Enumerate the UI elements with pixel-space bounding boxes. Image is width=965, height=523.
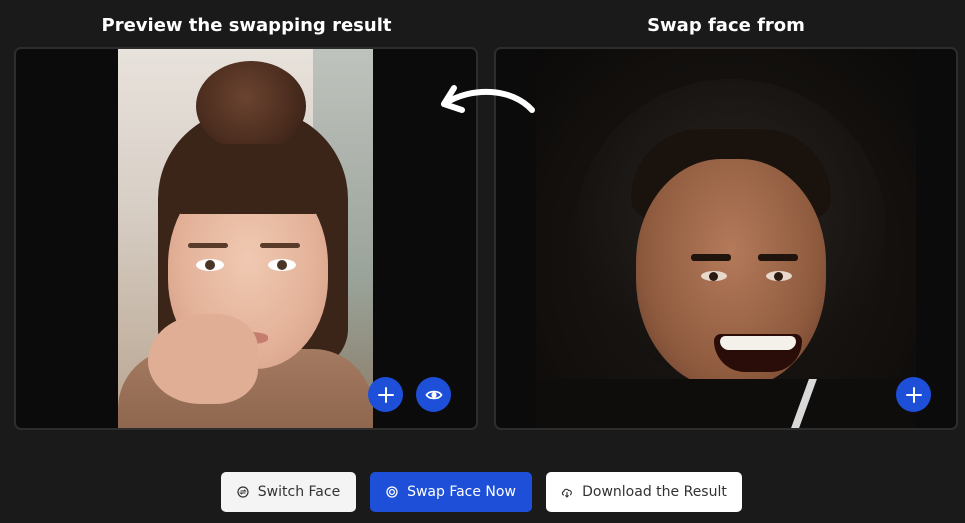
download-result-label: Download the Result [582,484,727,500]
source-title: Swap face from [647,15,805,36]
preview-title: Preview the swapping result [101,15,392,36]
swap-face-now-label: Swap Face Now [407,484,516,500]
swap-face-now-button[interactable]: Swap Face Now [370,472,532,512]
source-panel [494,47,958,430]
download-result-button[interactable]: Download the Result [546,472,742,512]
plus-icon [905,386,922,403]
switch-face-button[interactable]: Switch Face [221,472,356,512]
eye-icon [424,390,443,399]
switch-face-label: Switch Face [257,484,341,500]
target-icon [386,486,398,498]
source-image [536,49,916,428]
switch-icon [237,486,249,498]
add-preview-face-button[interactable] [368,377,403,412]
preview-image [118,49,373,428]
curved-arrow-left-icon [441,85,535,113]
face-swap-stage: Preview the swapping result Swap face fr… [0,0,965,523]
plus-icon [377,386,394,403]
preview-panel [14,47,478,430]
cloud-download-icon [561,488,572,498]
add-source-face-button[interactable] [896,377,931,412]
view-result-button[interactable] [416,377,451,412]
